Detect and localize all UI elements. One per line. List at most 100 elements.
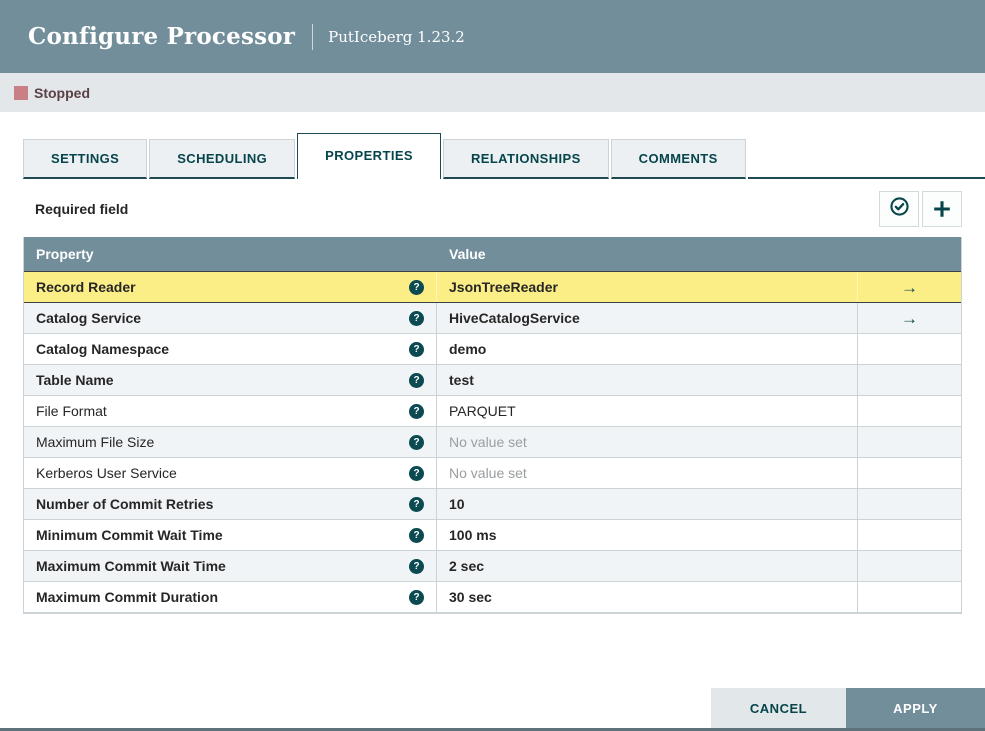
tab-properties[interactable]: PROPERTIES — [297, 133, 441, 179]
property-name-cell: Minimum Commit Wait Time? — [24, 520, 437, 550]
property-value: PARQUET — [449, 403, 516, 419]
property-value-cell[interactable]: PARQUET — [437, 396, 858, 426]
tab-settings[interactable]: SETTINGS — [23, 139, 148, 179]
property-value-cell[interactable]: 100 ms — [437, 520, 858, 550]
property-row[interactable]: Table Name? test — [24, 365, 961, 396]
row-action-cell — [858, 334, 961, 364]
property-value-cell[interactable]: No value set — [437, 427, 858, 457]
property-row[interactable]: Maximum File Size? No value set — [24, 427, 961, 458]
property-name-cell: Maximum Commit Duration? — [24, 582, 437, 612]
property-name-cell: Catalog Service? — [24, 303, 437, 333]
property-value: 2 sec — [449, 558, 485, 574]
property-name: Maximum Commit Wait Time — [36, 558, 226, 574]
property-row[interactable]: Kerberos User Service? No value set — [24, 458, 961, 489]
property-value-cell[interactable]: JsonTreeReader — [437, 272, 858, 302]
tab-scheduling[interactable]: SCHEDULING — [149, 139, 296, 179]
help-question-icon[interactable]: ? — [409, 527, 424, 543]
property-row[interactable]: File Format? PARQUET — [24, 396, 961, 427]
tab-comments[interactable]: COMMENTS — [610, 139, 746, 179]
property-value: JsonTreeReader — [449, 279, 558, 295]
properties-toolbar: Required field — [23, 191, 962, 227]
property-name: Maximum File Size — [36, 434, 155, 450]
property-value-cell[interactable]: HiveCatalogService — [437, 303, 858, 333]
row-action-cell — [858, 458, 961, 488]
column-header-property: Property — [36, 246, 94, 262]
property-value-cell[interactable]: demo — [437, 334, 858, 364]
property-value-cell[interactable]: 2 sec — [437, 551, 858, 581]
property-value: demo — [449, 341, 487, 357]
row-action-cell — [858, 396, 961, 426]
help-question-icon[interactable]: ? — [409, 310, 424, 326]
property-value: HiveCatalogService — [449, 310, 580, 326]
property-row[interactable]: Record Reader? JsonTreeReader → — [24, 271, 961, 303]
row-action-cell — [858, 427, 961, 457]
help-question-icon[interactable]: ? — [409, 465, 424, 481]
property-name: Table Name — [36, 372, 114, 388]
property-row[interactable]: Minimum Commit Wait Time? 100 ms — [24, 520, 961, 551]
plus-icon — [931, 198, 953, 220]
dialog-header: Configure Processor PutIceberg 1.23.2 — [0, 0, 985, 73]
help-question-icon[interactable]: ? — [409, 279, 424, 295]
property-value: test — [449, 372, 474, 388]
property-name: Number of Commit Retries — [36, 496, 214, 512]
tab-bar-fill — [747, 139, 985, 179]
row-action-cell — [858, 582, 961, 612]
property-value-cell[interactable]: 30 sec — [437, 582, 858, 612]
properties-table: Property Value Record Reader? JsonTreeRea… — [23, 237, 962, 614]
property-value-cell[interactable]: test — [437, 365, 858, 395]
property-name-cell: Kerberos User Service? — [24, 458, 437, 488]
column-header-value: Value — [449, 246, 486, 262]
goto-service-arrow-icon[interactable]: → — [901, 310, 918, 327]
help-question-icon[interactable]: ? — [409, 341, 424, 357]
property-row[interactable]: Number of Commit Retries? 10 — [24, 489, 961, 520]
add-property-button[interactable] — [922, 191, 962, 227]
goto-service-arrow-icon[interactable]: → — [901, 279, 918, 296]
help-question-icon[interactable]: ? — [409, 558, 424, 574]
row-action-cell — [858, 520, 961, 550]
property-name: Catalog Service — [36, 310, 142, 326]
check-circle-icon — [889, 196, 910, 222]
verify-properties-button[interactable] — [879, 191, 919, 227]
property-value: No value set — [449, 434, 527, 450]
stopped-state-icon — [14, 85, 28, 100]
property-value-cell[interactable]: 10 — [437, 489, 858, 519]
tab-relationships[interactable]: RELATIONSHIPS — [442, 139, 609, 179]
row-action-cell: → — [858, 303, 961, 333]
table-header-row: Property Value — [24, 237, 961, 271]
property-name-cell: Maximum Commit Wait Time? — [24, 551, 437, 581]
property-name-cell: Maximum File Size? — [24, 427, 437, 457]
help-question-icon[interactable]: ? — [409, 372, 424, 388]
property-name: Minimum Commit Wait Time — [36, 527, 223, 543]
table-body: Record Reader? JsonTreeReader → Catalog Ser… — [24, 271, 961, 613]
configure-processor-dialog: Configure Processor PutIceberg 1.23.2 St… — [0, 0, 985, 731]
property-name-cell: File Format? — [24, 396, 437, 426]
footer-button-bar: CANCEL APPLY — [711, 688, 985, 728]
tab-bar: SETTINGS SCHEDULING PROPERTIES RELATIONSHIP… — [0, 131, 985, 179]
property-name: Kerberos User Service — [36, 465, 177, 481]
cancel-button[interactable]: CANCEL — [711, 688, 846, 728]
property-name: Maximum Commit Duration — [36, 589, 219, 605]
property-name-cell: Table Name? — [24, 365, 437, 395]
property-row[interactable]: Catalog Namespace? demo — [24, 334, 961, 365]
help-question-icon[interactable]: ? — [409, 589, 424, 605]
property-value: 100 ms — [449, 527, 497, 543]
help-question-icon[interactable]: ? — [409, 434, 424, 450]
property-name-cell: Catalog Namespace? — [24, 334, 437, 364]
property-row[interactable]: Maximum Commit Duration? 30 sec — [24, 582, 961, 613]
help-question-icon[interactable]: ? — [409, 496, 424, 512]
property-value: No value set — [449, 465, 527, 481]
row-action-cell: → — [858, 272, 961, 302]
property-name: Record Reader — [36, 279, 136, 295]
property-value-cell[interactable]: No value set — [437, 458, 858, 488]
status-bar: Stopped — [0, 73, 985, 112]
row-action-cell — [858, 365, 961, 395]
tab-bar-lead-spacer — [0, 139, 23, 179]
status-label: Stopped — [34, 84, 90, 101]
row-action-cell — [858, 551, 961, 581]
property-row[interactable]: Maximum Commit Wait Time? 2 sec — [24, 551, 961, 582]
dialog-title: Configure Processor — [28, 23, 296, 50]
property-row[interactable]: Catalog Service? HiveCatalogService → — [24, 303, 961, 334]
apply-button[interactable]: APPLY — [846, 688, 985, 728]
help-question-icon[interactable]: ? — [409, 403, 424, 419]
property-name-cell: Record Reader? — [24, 272, 437, 302]
